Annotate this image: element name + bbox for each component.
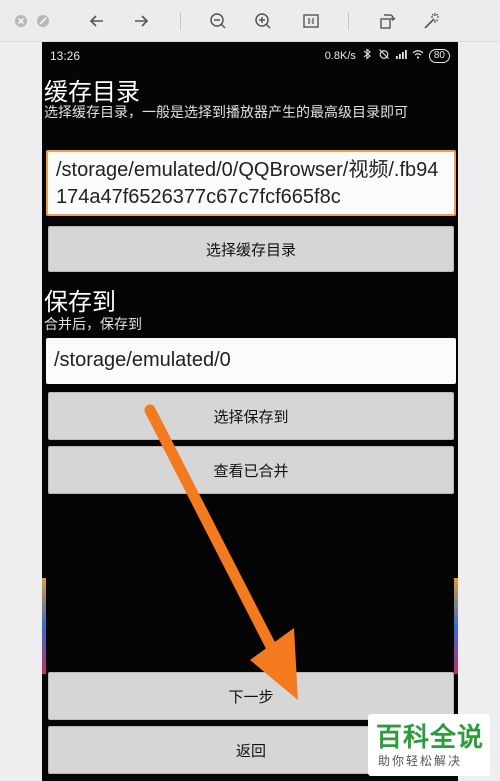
status-time: 13:26 bbox=[50, 49, 81, 63]
select-save-location-button[interactable]: 选择保存到 bbox=[48, 392, 454, 440]
toolbar-divider bbox=[180, 12, 181, 30]
select-cache-dir-button[interactable]: 选择缓存目录 bbox=[48, 226, 454, 272]
zoom-in-icon[interactable] bbox=[250, 8, 276, 34]
view-merged-button[interactable]: 查看已合并 bbox=[48, 446, 454, 494]
next-step-button[interactable]: 下一步 bbox=[48, 672, 454, 720]
battery-indicator: 80 bbox=[428, 48, 450, 63]
left-edge-strip bbox=[42, 578, 46, 674]
status-bar: 13:26 0.8K/s 80 bbox=[42, 42, 458, 70]
watermark-title: 百科全说 bbox=[376, 723, 485, 753]
alarm-muted-icon bbox=[378, 48, 390, 63]
zoom-out-icon[interactable] bbox=[205, 8, 231, 34]
rotate-icon[interactable] bbox=[373, 8, 399, 34]
forward-arrow-icon[interactable] bbox=[128, 8, 154, 34]
save-path-input[interactable]: /storage/emulated/0 bbox=[46, 338, 456, 384]
cache-path-input[interactable]: /storage/emulated/0/QQBrowser/视频/.fb9417… bbox=[46, 150, 456, 216]
right-edge-strip bbox=[454, 578, 458, 674]
save-section-description: 合并后，保存到 bbox=[44, 317, 142, 333]
actual-size-icon[interactable] bbox=[298, 8, 324, 34]
watermark-subtitle: 助你轻松解决 bbox=[378, 754, 463, 768]
toolbar-divider bbox=[348, 12, 349, 30]
cache-section-title: 缓存目录 bbox=[44, 78, 140, 106]
network-speed: 0.8K/s bbox=[324, 49, 356, 62]
minimize-icon[interactable] bbox=[30, 8, 56, 34]
watermark-logo: 百科全说 助你轻松解决 bbox=[368, 714, 490, 776]
back-arrow-icon[interactable] bbox=[84, 8, 110, 34]
cache-section-description: 选择缓存目录，一般是选择到播放器产生的最高级目录即可 bbox=[44, 105, 408, 121]
save-section-title: 保存到 bbox=[44, 288, 116, 316]
magic-wand-icon[interactable] bbox=[418, 8, 444, 34]
phone-screen: 13:26 0.8K/s 80 缓存目录 选择缓存目录，一般是选择到播放器产生的… bbox=[42, 42, 458, 781]
status-icons: 0.8K/s 80 bbox=[325, 48, 450, 63]
wifi-icon bbox=[412, 48, 424, 63]
signal-icon bbox=[395, 48, 407, 63]
image-viewer-toolbar bbox=[0, 0, 500, 42]
bluetooth-icon bbox=[361, 48, 373, 63]
